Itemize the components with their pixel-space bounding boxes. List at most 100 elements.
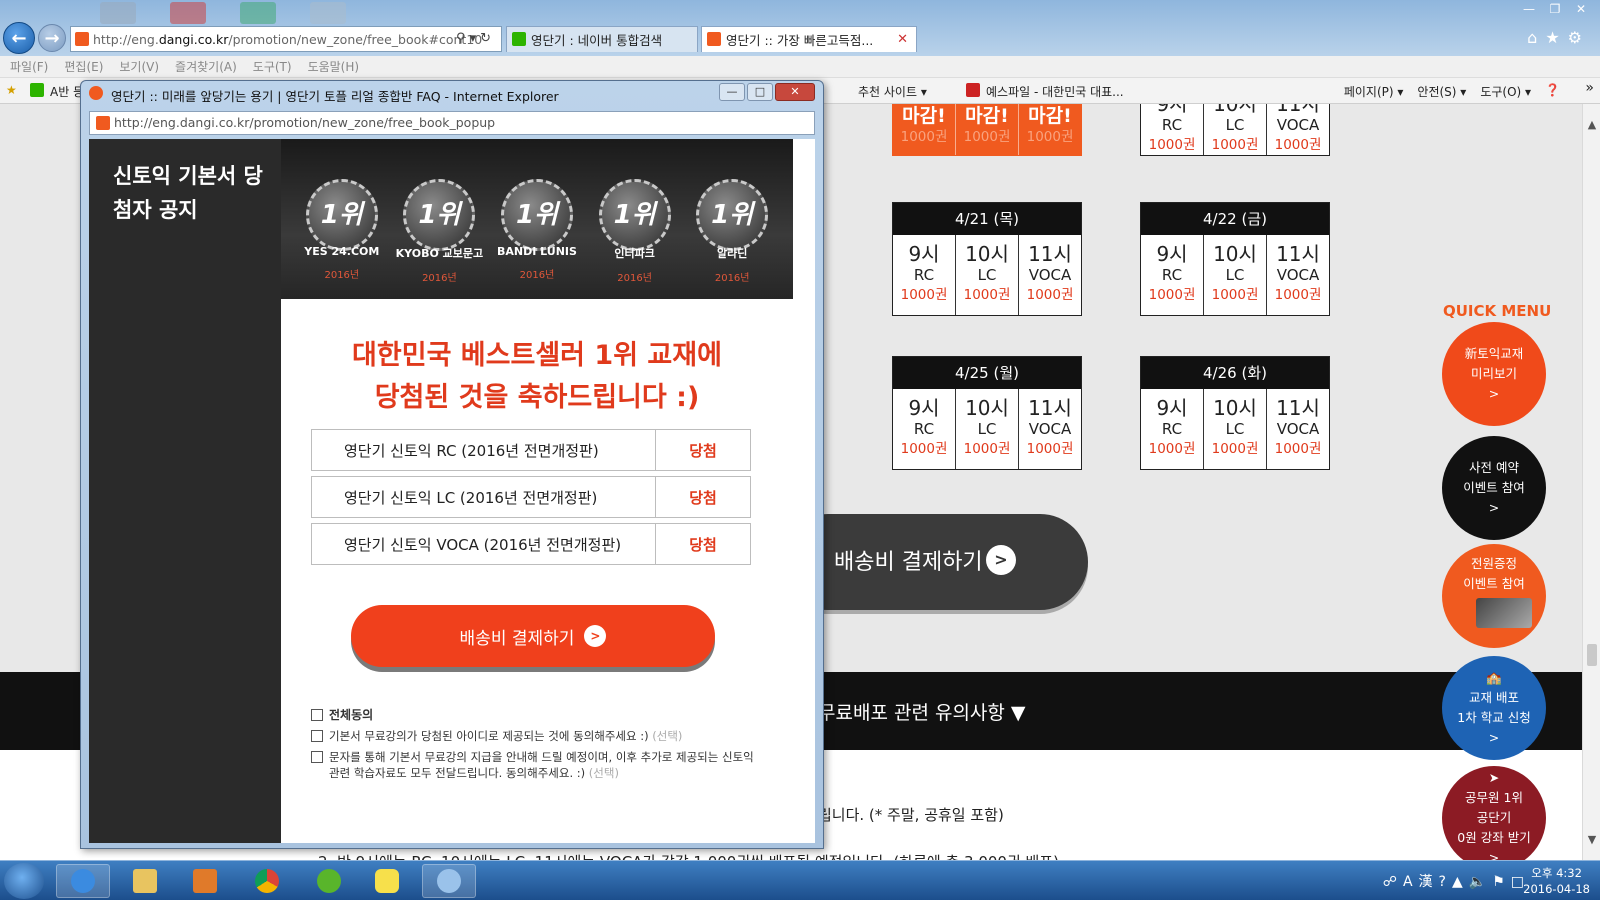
menu-edit[interactable]: 편집(E) — [64, 58, 103, 75]
desktop-tile — [100, 2, 136, 24]
quick-menu-reservation[interactable]: 사전 예약 이벤트 참여 > — [1442, 436, 1546, 540]
favorites-star-icon[interactable]: ★ — [6, 83, 17, 97]
schedule-cell: 10시 LC 1000권 — [956, 235, 1019, 315]
close-tab-icon[interactable]: ✕ — [897, 32, 908, 47]
notice-line: 립니다. (* 주말, 공휴일 포함) — [818, 806, 1004, 824]
schedule-date: 4/26 (화) — [1141, 357, 1329, 389]
agreement-section: 전체동의 기본서 무료강의가 당첨된 아이디로 제공되는 것에 동의해주세요 :… — [311, 707, 761, 786]
agree-lecture-checkbox[interactable] — [311, 730, 323, 742]
help-icon[interactable]: ? — [1439, 874, 1452, 890]
congrats-message: 대한민국 베스트셀러 1위 교재에 당첨된 것을 축하드립니다 :) — [281, 335, 793, 419]
schedule-cell: 9시 RC 1000권 — [893, 389, 956, 469]
quick-menu-gift-event[interactable]: 전원증정 이벤트 참여 — [1442, 544, 1546, 648]
quick-menu-preview[interactable]: 新토익교재 미리보기 > — [1442, 322, 1546, 426]
tab-naver-search[interactable]: 영단기 : 네이버 통합검색 — [506, 26, 698, 52]
schedule-partial-row: 9시 RC 1000권 10시 LC 1000권 11시 VOCA 1000권 — [1140, 104, 1330, 156]
menu-view[interactable]: 보기(V) — [119, 58, 159, 75]
prize-status: 당첨 — [689, 488, 717, 507]
close-icon[interactable]: ✕ — [775, 83, 815, 101]
menu-bar: 파일(F) 편집(E) 보기(V) 즐겨찾기(A) 도구(T) 도움말(H) — [0, 56, 1600, 78]
pay-shipping-button[interactable]: 배송비 결제하기 > — [351, 605, 715, 667]
command-page[interactable]: 페이지(P) ▾ — [1344, 83, 1404, 100]
refresh-icon[interactable]: ↻ — [480, 31, 495, 46]
restore-icon[interactable]: ❐ — [1542, 0, 1568, 18]
prize-status: 당첨 — [689, 441, 717, 460]
favorite-recommended[interactable]: 추천 사이트 ▾ — [858, 83, 927, 100]
scroll-thumb[interactable] — [1587, 644, 1597, 666]
quick-menu-text: 교재 배포 — [1469, 690, 1519, 705]
site-favicon-icon — [707, 32, 721, 46]
award-banner: 1위 YES 24.COM 2016년 1위 KYOBO 교보문고 2016년 … — [281, 139, 793, 299]
tray-expand-icon[interactable]: ▲ — [1452, 874, 1469, 890]
start-button[interactable] — [4, 863, 44, 899]
flag-icon[interactable]: ⚑ — [1492, 874, 1511, 890]
menu-file[interactable]: 파일(F) — [10, 58, 48, 75]
window-controls: — ❐ ✕ — [1516, 0, 1594, 18]
search-icon[interactable]: ⚲ — [456, 31, 470, 46]
forward-button[interactable]: → — [38, 24, 66, 52]
yesfile-icon — [966, 83, 980, 97]
quick-menu-text: 미리보기 — [1470, 366, 1517, 381]
close-icon[interactable]: ✕ — [1568, 0, 1594, 18]
popup-address-bar[interactable]: http://eng.dangi.co.kr/promotion/new_zon… — [89, 111, 815, 135]
tab-dangi[interactable]: 영단기 :: 가장 빠른고득점... ✕ — [701, 26, 917, 52]
taskbar-paint[interactable] — [422, 864, 476, 898]
taskbar-utorrent[interactable] — [302, 864, 356, 898]
taskbar-chrome[interactable] — [240, 864, 294, 898]
taskbar-kakaotalk[interactable] — [360, 864, 414, 898]
minimize-icon[interactable]: — — [1516, 0, 1542, 18]
chrome-icon — [255, 869, 279, 893]
ie-icon — [89, 86, 103, 100]
network-icon[interactable]: ☍ — [1383, 874, 1403, 890]
home-icon[interactable]: ⌂ — [1527, 28, 1545, 47]
schedule-cell: 9시 RC 1000권 — [1141, 104, 1204, 155]
favorite-yesfile[interactable]: 예스파일 - 대한민국 대표... — [986, 83, 1124, 100]
back-button[interactable]: ← — [3, 22, 35, 54]
desktop-tile — [170, 2, 206, 24]
favorite-link[interactable]: A반 등 — [50, 83, 84, 100]
hanja-icon[interactable]: 漢 — [1419, 874, 1439, 890]
quick-menu-text: 전원증정 — [1470, 556, 1517, 571]
ime-icon[interactable]: A — [1403, 874, 1419, 890]
command-safety[interactable]: 안전(S) ▾ — [1417, 83, 1466, 100]
award-year: 2016년 — [422, 273, 457, 284]
schedule-cell: 9시 RC 1000권 — [1141, 389, 1204, 469]
arrow-right-icon: → — [44, 27, 60, 49]
address-tools[interactable]: ⚲▾↻ — [456, 31, 495, 46]
page-scrollbar[interactable]: ▲ ▼ — [1582, 104, 1600, 860]
clock[interactable]: 오후 4:32 2016-04-18 — [1523, 865, 1590, 897]
quick-menu-title: QUICK MENU — [1443, 302, 1552, 320]
taskbar-media[interactable] — [178, 864, 232, 898]
menu-favorites[interactable]: 즐겨찾기(A) — [175, 58, 237, 75]
browser-titlebar: ← → http://eng.dangi.co.kr/promotion/new… — [0, 0, 1600, 56]
schedule-cell: 9시 RC 1000권 — [1141, 235, 1204, 315]
agree-sms-checkbox[interactable] — [311, 751, 323, 763]
scroll-up-icon[interactable]: ▲ — [1583, 118, 1600, 131]
taskbar-explorer[interactable] — [118, 864, 172, 898]
taskbar-ie[interactable] — [56, 864, 110, 898]
award-brand: BANDI LUNIS — [497, 245, 577, 258]
minimize-icon[interactable]: — — [719, 83, 745, 101]
agree-all-checkbox[interactable] — [311, 709, 323, 721]
quick-menu-school[interactable]: 🏫 교재 배포 1차 학교 신청 > — [1442, 656, 1546, 760]
gear-icon[interactable]: ⚙ — [1568, 28, 1590, 47]
popup-window-controls: — □ ✕ — [719, 83, 815, 101]
arrow-left-icon: ← — [11, 27, 27, 49]
favorites-star-icon[interactable]: ★ — [1545, 28, 1567, 47]
command-tools[interactable]: 도구(O) ▾ — [1480, 83, 1531, 100]
award-aladin: 1위 알라딘 2016년 — [687, 139, 777, 299]
menu-help[interactable]: 도움말(H) — [308, 58, 360, 75]
chevron-right-icon[interactable]: » — [1585, 80, 1594, 96]
menu-tools[interactable]: 도구(T) — [253, 58, 292, 75]
chevron-right-icon: > — [1488, 850, 1500, 860]
school-icon: 🏫 — [1486, 670, 1502, 685]
maximize-icon[interactable]: □ — [747, 83, 773, 101]
address-bar[interactable]: http://eng.dangi.co.kr/promotion/new_zon… — [70, 26, 502, 52]
quick-menu-gongdangi[interactable]: ➤ 공무원 1위 공단기 0원 강좌 받기 > — [1442, 766, 1546, 860]
award-year: 2016년 — [617, 273, 652, 284]
popup-window: 영단기 :: 미래를 앞당기는 용기 | 영단기 토플 리얼 종합반 FAQ -… — [80, 80, 824, 849]
speaker-icon[interactable]: 🔈 — [1469, 874, 1492, 890]
dropdown-icon[interactable]: ▾ — [470, 31, 481, 46]
help-icon[interactable]: ❓ — [1545, 83, 1560, 100]
scroll-down-icon[interactable]: ▼ — [1583, 833, 1600, 846]
